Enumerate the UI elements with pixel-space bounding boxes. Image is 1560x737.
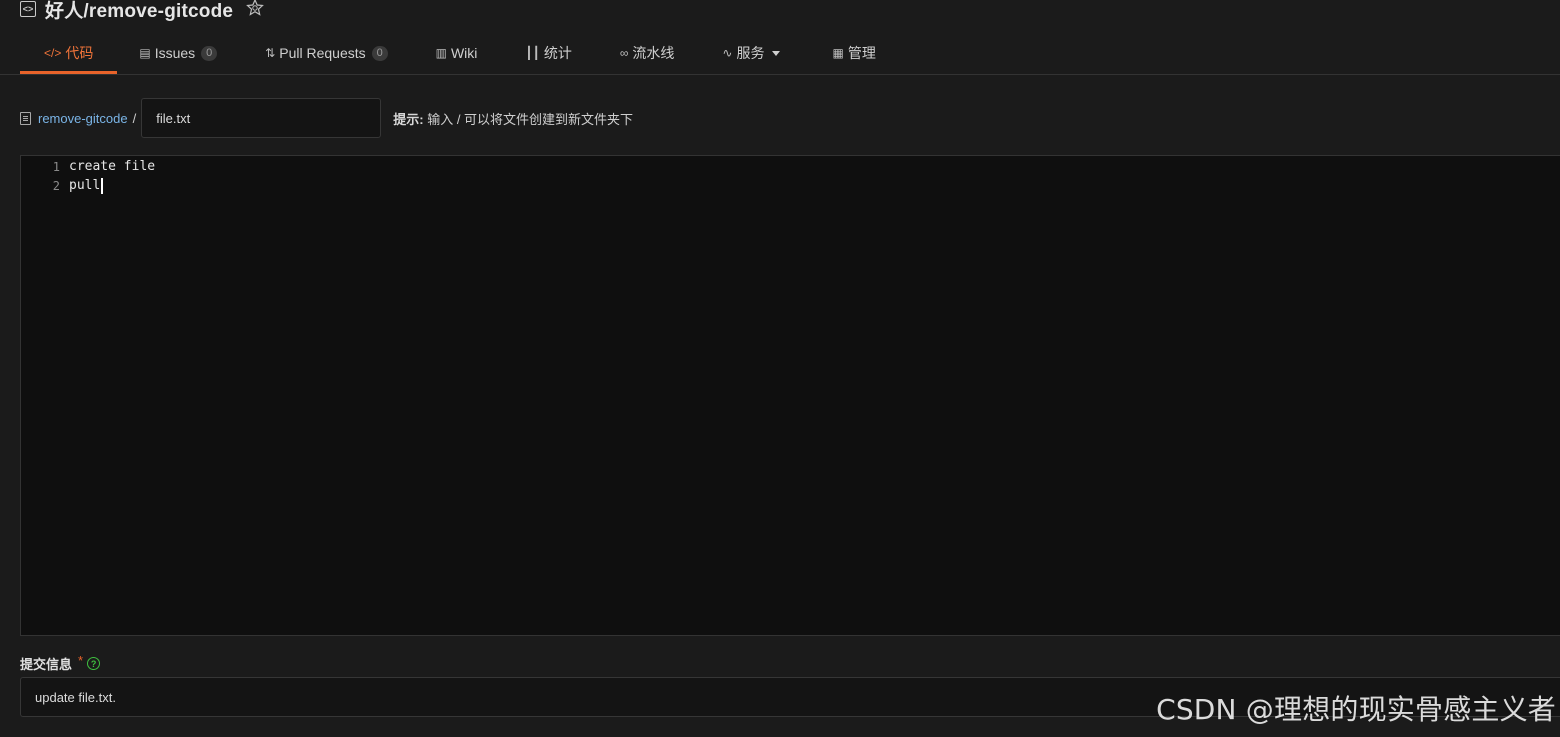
file-path-row: remove-gitcode / 提示: 输入 / 可以将文件创建到新文件夹下 [20,98,633,138]
pull-requests-count-badge: 0 [371,45,388,61]
tab-pipeline[interactable]: ∞ 流水线 [620,34,675,72]
chevron-down-icon [772,50,781,56]
stats-icon: ┃┃ [525,46,540,60]
line-text[interactable]: pull [69,178,100,193]
tab-label: Issues [154,45,196,61]
line-text[interactable]: create file [69,159,155,174]
text-cursor [101,177,104,194]
tab-issues[interactable]: ▤ Issues 0 [139,34,218,72]
tab-label: Wiki [450,45,478,61]
tab-label: 服务 [736,45,765,61]
tab-label: 流水线 [632,45,675,61]
issues-count-badge: 0 [201,45,218,61]
repository-icon: <> [20,1,36,17]
required-marker: * [78,653,84,668]
code-line[interactable]: 2 pull [21,176,104,195]
filename-input[interactable] [141,98,382,138]
manage-icon: ▦ [832,46,844,60]
activity-icon: ∿ [722,46,733,60]
file-icon [20,111,31,125]
tab-label: 管理 [847,45,876,61]
tab-stats[interactable]: ┃┃ 统计 [525,34,571,72]
repo-title[interactable]: 好人/remove-gitcode [45,0,233,23]
tab-manage[interactable]: ▦ 管理 [832,34,875,72]
tab-label: Pull Requests [279,45,366,61]
tab-services[interactable]: ∿ 服务 [722,34,781,72]
repo-header: <> 好人/remove-gitcode </> 代码 ▤ Issues 0 ⇅… [0,0,1560,75]
code-editor[interactable]: 1 create file 2 pull [20,155,1560,636]
tab-label: 代码 [65,44,94,61]
hint-text: 输入 / 可以将文件创建到新文件夹下 [427,111,634,127]
pull-request-icon: ⇅ [265,46,276,60]
path-separator: / [132,110,137,126]
pipeline-icon: ∞ [619,46,629,60]
star-badge-icon[interactable] [246,0,265,17]
line-number: 2 [52,178,60,193]
wiki-icon: ▥ [435,46,447,60]
commit-message-label: 提交信息 [20,657,73,672]
line-number: 1 [52,159,60,174]
help-icon[interactable]: ? [87,657,101,670]
filename-hint: 提示: 输入 / 可以将文件创建到新文件夹下 [393,109,633,128]
tab-label: 统计 [543,45,572,61]
code-line[interactable]: 1 create file [21,157,155,176]
hint-label: 提示: [393,111,424,127]
tab-code[interactable]: </> 代码 [20,34,118,74]
code-icon: </> [44,45,62,60]
issues-icon: ▤ [139,46,151,60]
repo-title-row: <> 好人/remove-gitcode [20,0,265,23]
commit-label-row: 提交信息 * ? [20,653,101,673]
tab-wiki[interactable]: ▥ Wiki [436,34,478,72]
breadcrumb-repo-link[interactable]: remove-gitcode [38,111,128,126]
repo-tabs: </> 代码 ▤ Issues 0 ⇅ Pull Requests 0 ▥ Wi… [20,34,876,74]
commit-message-input[interactable] [20,677,1560,717]
tab-pull-requests[interactable]: ⇅ Pull Requests 0 [265,34,388,72]
